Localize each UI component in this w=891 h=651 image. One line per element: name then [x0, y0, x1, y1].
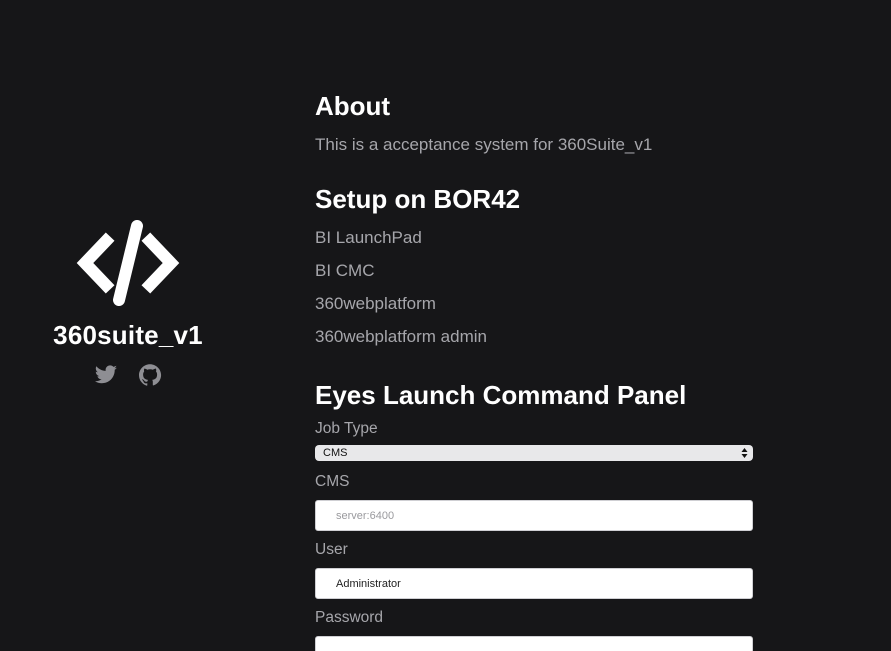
bi-cmc-link[interactable]: BI CMC — [315, 261, 375, 280]
setup-link-item: BI CMC — [315, 260, 753, 293]
password-label: Password — [315, 609, 384, 626]
social-links — [94, 363, 162, 387]
setup-link-item: 360webplatform — [315, 293, 753, 326]
about-text: This is a acceptance system for 360Suite… — [315, 135, 653, 154]
setup-heading: Setup on BOR42 — [315, 184, 521, 214]
user-label: User — [315, 541, 348, 558]
webplatform-link[interactable]: 360webplatform — [315, 294, 436, 313]
twitter-icon — [95, 365, 117, 384]
site-name: 360suite_v1 — [53, 320, 203, 350]
setup-link-item: 360webplatform admin — [315, 326, 753, 359]
cms-label: CMS — [315, 473, 350, 490]
job-type-label: Job Type — [315, 420, 378, 437]
page: 360suite_v1 About This is a acceptance s… — [0, 0, 891, 651]
github-link[interactable] — [138, 363, 162, 387]
cms-input[interactable] — [315, 500, 753, 531]
bi-launchpad-link[interactable]: BI LaunchPad — [315, 228, 422, 247]
setup-links-list: BI LaunchPad BI CMC 360webplatform 360we… — [315, 227, 753, 359]
user-input[interactable] — [315, 568, 753, 599]
github-icon — [139, 364, 162, 386]
password-input[interactable] — [315, 636, 753, 651]
job-type-select[interactable]: CMS — [315, 445, 753, 461]
launch-command-form: Job Type CMS CMS User Password — [315, 419, 753, 651]
code-logo-icon — [76, 220, 180, 306]
main-content: About This is a acceptance system for 36… — [315, 90, 753, 651]
job-type-selected-value: CMS — [323, 447, 348, 459]
profile-sidebar: 360suite_v1 — [0, 220, 256, 387]
webplatform-admin-link[interactable]: 360webplatform admin — [315, 327, 487, 346]
panel-heading: Eyes Launch Command Panel — [315, 380, 687, 410]
about-heading: About — [315, 91, 391, 121]
twitter-link[interactable] — [94, 363, 118, 387]
select-arrows-icon — [741, 448, 748, 458]
setup-link-item: BI LaunchPad — [315, 227, 753, 260]
